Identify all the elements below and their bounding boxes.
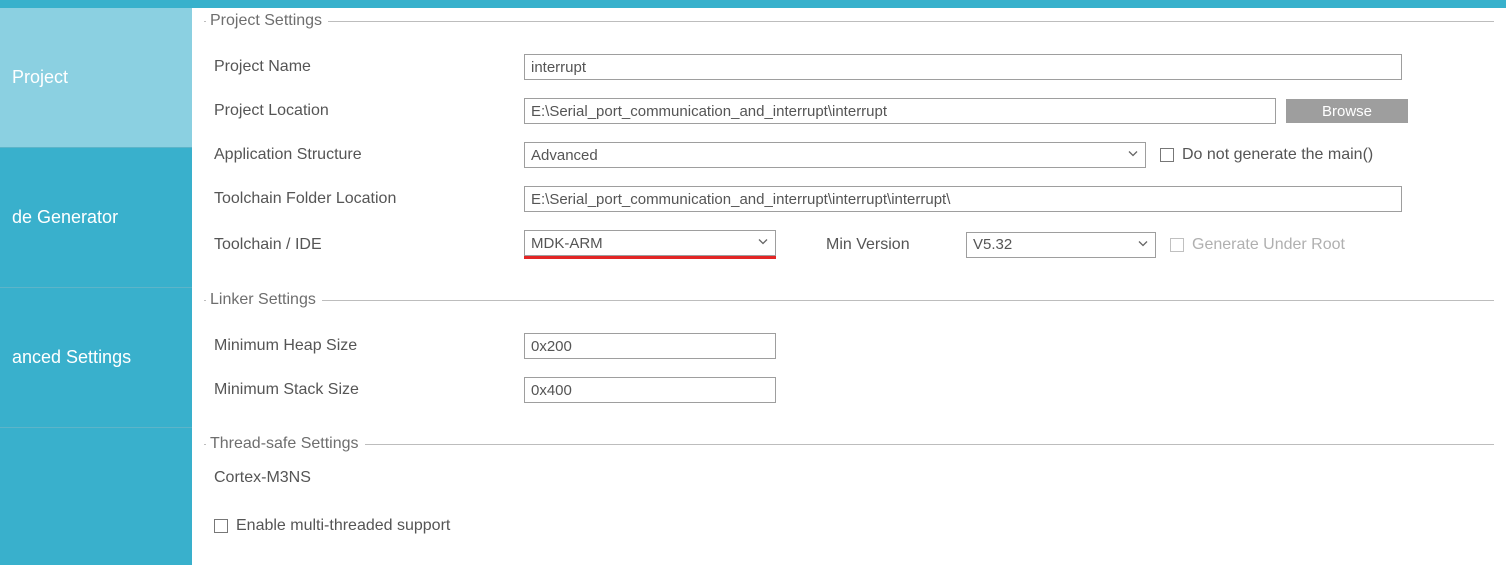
- browse-button[interactable]: Browse: [1286, 99, 1408, 123]
- checkbox-box-icon: [214, 519, 228, 533]
- sidebar-item-label: anced Settings: [12, 347, 131, 368]
- enable-multithread-row: Enable multi-threaded support: [204, 517, 1494, 538]
- project-settings-legend: Project Settings: [206, 12, 328, 30]
- min-stack-row: Minimum Stack Size: [204, 377, 1494, 403]
- generate-under-root-label: Generate Under Root: [1192, 236, 1345, 254]
- sidebar: Project de Generator anced Settings: [0, 8, 192, 565]
- min-version-select[interactable]: V5.32: [966, 232, 1156, 258]
- main-content: Project Settings Project Name Project Lo…: [192, 8, 1506, 565]
- application-structure-select[interactable]: Advanced: [524, 142, 1146, 168]
- cortex-core-text: Cortex-M3NS: [204, 469, 1494, 487]
- min-version-value: V5.32: [973, 236, 1012, 253]
- min-heap-input[interactable]: [524, 333, 776, 359]
- checkbox-box-icon: [1170, 238, 1184, 252]
- toolchain-folder-label: Toolchain Folder Location: [204, 190, 524, 208]
- thread-safe-settings-group: Thread-safe Settings Cortex-M3NS Enable …: [204, 435, 1494, 556]
- project-location-label: Project Location: [204, 102, 524, 120]
- project-location-field[interactable]: E:\Serial_port_communication_and_interru…: [524, 98, 1276, 124]
- sidebar-item-code-generator[interactable]: de Generator: [0, 148, 192, 288]
- checkbox-box-icon: [1160, 148, 1174, 162]
- min-heap-label: Minimum Heap Size: [204, 337, 524, 355]
- project-location-row: Project Location E:\Serial_port_communic…: [204, 98, 1494, 124]
- thread-safe-settings-legend: Thread-safe Settings: [206, 435, 365, 453]
- enable-multithread-checkbox[interactable]: Enable multi-threaded support: [214, 517, 450, 535]
- chevron-down-icon: [757, 235, 769, 252]
- toolchain-ide-select[interactable]: MDK-ARM: [524, 230, 776, 256]
- sidebar-filler: [0, 428, 192, 565]
- do-not-generate-main-checkbox[interactable]: Do not generate the main(): [1160, 146, 1373, 164]
- chevron-down-icon: [1127, 147, 1139, 164]
- application-structure-label: Application Structure: [204, 146, 524, 164]
- min-stack-input[interactable]: [524, 377, 776, 403]
- project-name-row: Project Name: [204, 54, 1494, 80]
- toolchain-ide-highlight: MDK-ARM: [524, 230, 776, 259]
- toolchain-ide-value: MDK-ARM: [531, 235, 603, 252]
- top-accent-bar: [0, 0, 1506, 8]
- toolchain-folder-row: Toolchain Folder Location E:\Serial_port…: [204, 186, 1494, 212]
- toolchain-ide-row: Toolchain / IDE MDK-ARM Min Version V5.3…: [204, 230, 1494, 259]
- sidebar-item-advanced-settings[interactable]: anced Settings: [0, 288, 192, 428]
- linker-settings-group: Linker Settings Minimum Heap Size Minimu…: [204, 291, 1494, 421]
- project-settings-group: Project Settings Project Name Project Lo…: [204, 12, 1494, 277]
- sidebar-item-label: Project: [12, 67, 68, 88]
- project-location-value: E:\Serial_port_communication_and_interru…: [531, 103, 887, 120]
- toolchain-folder-field: E:\Serial_port_communication_and_interru…: [524, 186, 1402, 212]
- toolchain-folder-value: E:\Serial_port_communication_and_interru…: [531, 191, 950, 208]
- min-stack-label: Minimum Stack Size: [204, 381, 524, 399]
- min-version-label: Min Version: [826, 236, 966, 254]
- sidebar-item-label: de Generator: [12, 207, 118, 228]
- linker-settings-legend: Linker Settings: [206, 291, 322, 309]
- application-structure-value: Advanced: [531, 147, 598, 164]
- main-layout: Project de Generator anced Settings Proj…: [0, 8, 1506, 565]
- sidebar-item-project[interactable]: Project: [0, 8, 192, 148]
- generate-under-root-checkbox: Generate Under Root: [1170, 236, 1345, 254]
- do-not-generate-main-label: Do not generate the main(): [1182, 146, 1373, 164]
- toolchain-ide-label: Toolchain / IDE: [204, 236, 524, 254]
- project-name-label: Project Name: [204, 58, 524, 76]
- project-name-input[interactable]: [524, 54, 1402, 80]
- enable-multithread-label: Enable multi-threaded support: [236, 517, 450, 535]
- chevron-down-icon: [1137, 236, 1149, 253]
- min-heap-row: Minimum Heap Size: [204, 333, 1494, 359]
- application-structure-row: Application Structure Advanced Do not ge…: [204, 142, 1494, 168]
